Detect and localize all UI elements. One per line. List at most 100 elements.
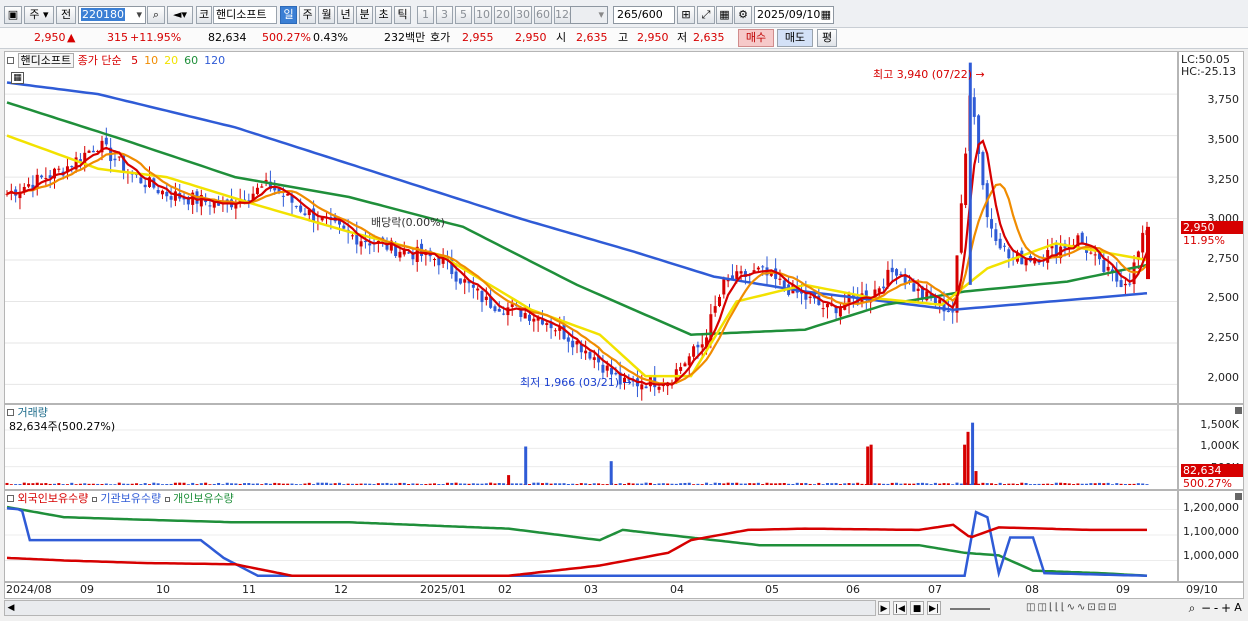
volume-bar: [791, 483, 795, 485]
interval-button[interactable]: 30: [514, 6, 532, 24]
period-button[interactable]: 월: [318, 6, 335, 24]
prefix-button[interactable]: 전: [56, 6, 76, 24]
stock-name-field[interactable]: 핸디소프트: [213, 6, 277, 24]
candle-body: [778, 278, 782, 280]
search-icon[interactable]: ⌕: [147, 6, 165, 24]
save-icon[interactable]: ▦: [716, 6, 733, 24]
period-button[interactable]: 년: [337, 6, 354, 24]
holdings-collapse-icon[interactable]: [7, 495, 14, 502]
candle-body: [160, 190, 164, 195]
code-dropdown-icon[interactable]: ▾: [136, 7, 142, 23]
candle-body: [1007, 249, 1011, 259]
holdings-maximize-icon[interactable]: [1235, 493, 1242, 500]
legend-institution: 기관보유수량: [100, 492, 162, 505]
zoom-out-icon[interactable]: ⌕: [1186, 601, 1198, 615]
jump-end-icon[interactable]: ▶|: [927, 601, 941, 615]
candle-type-icon[interactable]: ⊞: [677, 6, 695, 24]
volume-bar: [1123, 483, 1127, 485]
volume-maximize-icon[interactable]: [1235, 407, 1242, 414]
volume-bar: [726, 482, 730, 485]
interval-button[interactable]: 10: [474, 6, 492, 24]
count-input[interactable]: 265/600: [613, 6, 675, 24]
date-input[interactable]: 2025/09/10 ▦: [754, 6, 834, 24]
pane-collapse-icon[interactable]: [7, 57, 14, 64]
open-label: 시: [556, 31, 567, 44]
volume-bar: [273, 482, 277, 485]
candle-body: [545, 323, 549, 326]
sell-button[interactable]: 매도: [777, 29, 813, 47]
draw-tools-strip[interactable]: ◫◫⌊⌊⌊∿∿⊡⊡⊡: [1026, 601, 1176, 615]
volume-bar: [165, 484, 169, 485]
interval-button[interactable]: 20: [494, 6, 512, 24]
candle-body: [756, 267, 760, 270]
volume-bar: [1059, 482, 1063, 485]
volume-bar: [394, 483, 398, 485]
indicator-icon[interactable]: ▦: [11, 72, 24, 84]
interval-button[interactable]: 5: [455, 6, 472, 24]
stock-name: 핸디소프트: [216, 8, 267, 21]
volume-bar: [830, 483, 834, 485]
layout-icon[interactable]: ▣: [4, 6, 22, 24]
scroll-left-icon[interactable]: ◀: [5, 601, 17, 615]
interval-button[interactable]: 60: [534, 6, 552, 24]
volume-pane[interactable]: 거래량 82,634주(500.27%): [4, 404, 1178, 490]
volume-bar: [454, 482, 458, 485]
interval-custom-input[interactable]: ▾: [570, 6, 608, 24]
volume-bar: [709, 484, 713, 485]
volume-collapse-icon[interactable]: [7, 409, 14, 416]
volume-bar: [851, 483, 855, 485]
volume-bar: [61, 484, 65, 485]
interval-button[interactable]: 3: [436, 6, 453, 24]
volume-bar: [938, 483, 942, 485]
candle-body: [679, 367, 683, 371]
legend-ma-period: 20: [164, 54, 179, 67]
volume-bar: [415, 483, 419, 485]
stop-icon[interactable]: ■: [910, 601, 924, 615]
draw-tool-icon[interactable]: ⤢: [697, 6, 715, 24]
zoom-minus-icon[interactable]: −: [1200, 601, 1212, 615]
volume-bar: [873, 483, 877, 485]
scroll-right-icon[interactable]: ▶: [878, 601, 890, 615]
candle-body: [713, 306, 717, 313]
period-select[interactable]: 주 ▾: [24, 6, 54, 24]
volume-bar: [363, 483, 367, 485]
jump-start-icon[interactable]: |◀: [893, 601, 907, 615]
volume-bar: [782, 482, 786, 485]
buy-button[interactable]: 매수: [738, 29, 774, 47]
period-button[interactable]: 일: [280, 6, 297, 24]
period-button[interactable]: 틱: [394, 6, 411, 24]
interval-dropdown-icon[interactable]: ▾: [598, 7, 604, 23]
volume-bar: [1003, 484, 1006, 485]
scroll-thumb[interactable]: [950, 604, 990, 610]
volume-bar: [281, 483, 285, 485]
volume-bar: [597, 483, 601, 485]
volume-bar: [173, 482, 177, 485]
period-button[interactable]: 분: [356, 6, 373, 24]
volume-bar: [847, 483, 851, 485]
holdings-pane[interactable]: 외국인보유수량 기관보유수량 개인보유수량: [4, 490, 1178, 582]
interval-button[interactable]: 1: [417, 6, 434, 24]
candle-body: [407, 252, 411, 254]
price-pane[interactable]: 핸디소프트 종가 단순 5 10 20 60 120 ▦ 최고 3,940 (07/22…: [4, 51, 1178, 404]
font-size-icon[interactable]: A: [1232, 601, 1244, 615]
evaluate-button[interactable]: 평: [817, 29, 837, 47]
volume-bar: [1132, 483, 1136, 485]
code-input[interactable]: 220180 ▾: [78, 6, 146, 24]
zoom-plus-icon[interactable]: +: [1220, 601, 1232, 615]
volume-bar: [5, 482, 9, 485]
candle-body: [497, 308, 501, 312]
volume-bar: [1050, 484, 1054, 485]
volume-bar: [113, 484, 117, 485]
volume-value: 82,634: [208, 31, 247, 44]
calendar-icon[interactable]: ▦: [821, 7, 831, 23]
volume-y-tick: 1,000K: [1200, 439, 1239, 452]
zoom-range-icon[interactable]: -: [1212, 601, 1220, 615]
period-button[interactable]: 주: [299, 6, 316, 24]
gear-icon[interactable]: ⚙: [734, 6, 752, 24]
candle-body: [294, 205, 298, 207]
volume-bar: [540, 483, 544, 485]
volume-bar: [1067, 483, 1071, 485]
horizontal-scrollbar[interactable]: [4, 600, 876, 616]
speaker-icon[interactable]: ◄▾: [167, 6, 193, 24]
period-button[interactable]: 초: [375, 6, 392, 24]
